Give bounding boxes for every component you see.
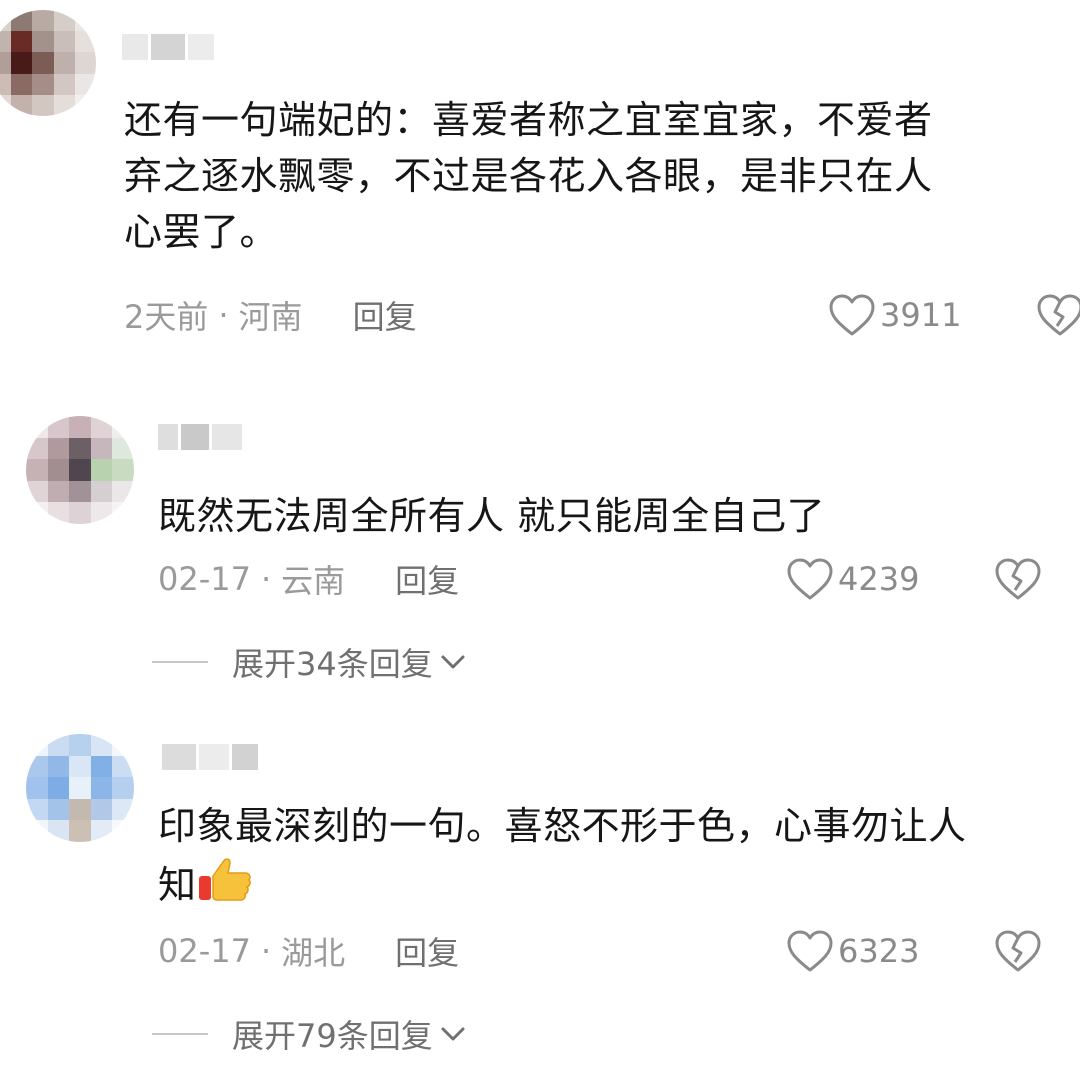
avatar[interactable]: [0, 10, 96, 116]
like-count: 6323: [838, 932, 920, 970]
divider: [152, 661, 208, 663]
reply-button[interactable]: 回复: [395, 556, 459, 602]
chevron-down-icon: [441, 655, 465, 669]
username-blurred[interactable]: [162, 744, 258, 770]
comment-item: 还有一句端妃的：喜爱者称之宜室宜家，不爱者 弃之逐水飘零，不过是各花入各眼，是非…: [0, 0, 1080, 370]
comment-location: 云南: [281, 562, 346, 600]
comment-list: 还有一句端妃的：喜爱者称之宜室宜家，不爱者 弃之逐水飘零，不过是各花入各眼，是非…: [0, 0, 1080, 1080]
comment-meta: 02-17 · 湖北 回复: [158, 926, 459, 976]
broken-heart-icon[interactable]: [1036, 291, 1080, 339]
divider: [152, 1033, 208, 1035]
comment-text: 既然无法周全所有人 就只能周全自己了: [158, 494, 826, 538]
comment-location: 河南: [238, 298, 303, 336]
comment-date: 02-17: [158, 932, 251, 970]
broken-heart-icon[interactable]: [994, 927, 1042, 975]
avatar[interactable]: [26, 416, 134, 524]
broken-heart-icon[interactable]: [994, 555, 1042, 603]
expand-replies-label: 展开34条回复: [232, 645, 433, 683]
comment-meta: 02-17 · 云南 回复: [158, 554, 459, 604]
reply-button[interactable]: 回复: [395, 928, 459, 974]
heart-icon: [829, 294, 875, 336]
expand-replies-button[interactable]: 展开79条回复: [152, 1010, 467, 1058]
comment-item: 印象最深刻的一句。喜怒不形于色，心事勿让人 知 02-17 · 湖北 回复 63…: [0, 720, 1080, 1080]
comment-location: 湖北: [281, 934, 346, 972]
heart-icon: [787, 558, 833, 600]
like-count: 4239: [838, 560, 920, 598]
heart-icon: [787, 930, 833, 972]
thumbs-up-icon: [198, 858, 251, 901]
expand-replies-label: 展开79条回复: [232, 1017, 433, 1055]
comment-date: 02-17: [158, 560, 251, 598]
expand-replies-button[interactable]: 展开34条回复: [152, 638, 467, 686]
comment-text-line: 知: [158, 863, 197, 907]
avatar[interactable]: [26, 734, 134, 842]
meta-separator: ·: [260, 560, 272, 598]
like-button[interactable]: 6323: [786, 926, 919, 976]
comment-item: 既然无法周全所有人 就只能周全自己了 02-17 · 云南 回复 4239 展开…: [0, 400, 1080, 720]
username-blurred[interactable]: [158, 424, 244, 450]
like-count: 3911: [880, 296, 962, 334]
username-blurred[interactable]: [122, 34, 214, 60]
meta-separator: ·: [260, 932, 272, 970]
comment-text: 印象最深刻的一句。喜怒不形于色，心事勿让人 知: [158, 798, 1058, 913]
like-button[interactable]: 4239: [786, 554, 919, 604]
meta-separator: ·: [218, 296, 229, 334]
reply-button[interactable]: 回复: [353, 292, 417, 338]
comment-text-line: 印象最深刻的一句。喜怒不形于色，心事勿让人: [158, 804, 967, 848]
comment-text: 还有一句端妃的：喜爱者称之宜室宜家，不爱者 弃之逐水飘零，不过是各花入各眼，是非…: [124, 98, 933, 254]
comment-meta: 2天前 · 河南 回复: [124, 290, 417, 340]
like-button[interactable]: 3911: [828, 290, 961, 340]
comment-date: 2天前: [124, 298, 209, 336]
chevron-down-icon: [441, 1027, 465, 1041]
